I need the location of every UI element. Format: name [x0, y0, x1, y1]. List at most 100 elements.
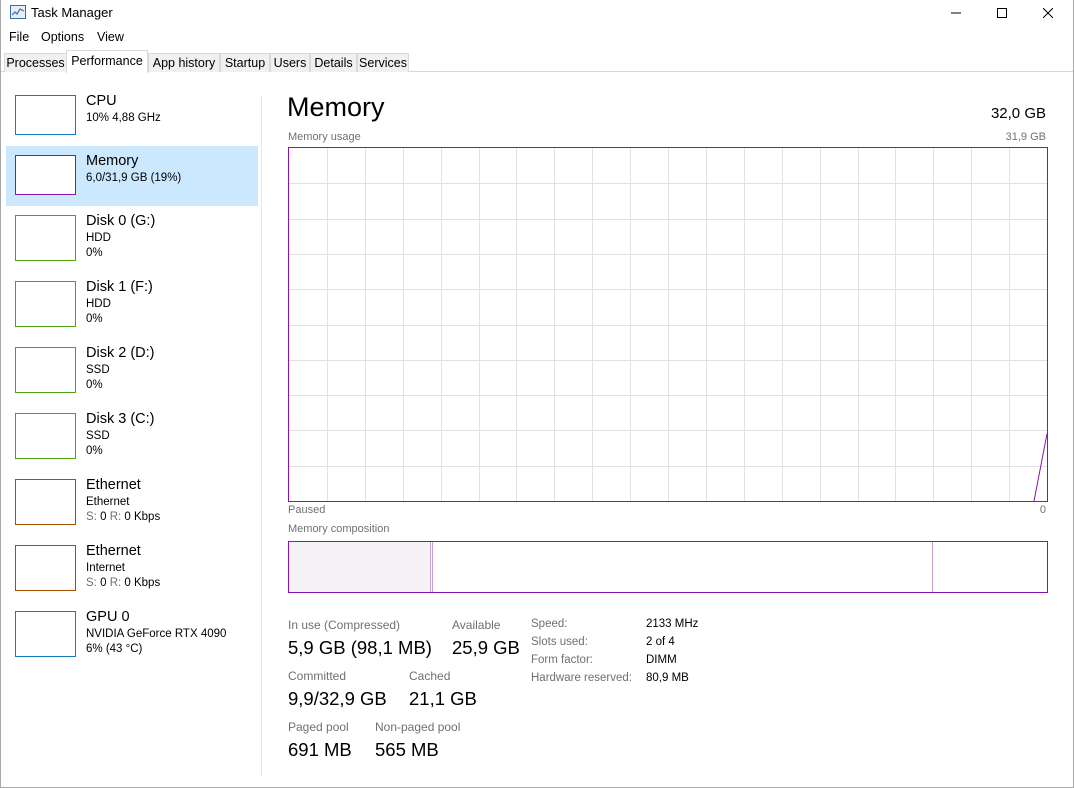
resource-name: Disk 3 (C:): [86, 411, 155, 427]
resource-item-disk-0[interactable]: Disk 0 (G:) HDD 0%: [6, 206, 258, 266]
resource-type: NVIDIA GeForce RTX 4090: [86, 628, 227, 640]
resource-name: Memory: [86, 153, 139, 169]
window-title: Task Manager: [31, 5, 113, 20]
menu-bar: File Options View: [1, 28, 1073, 48]
tab-details[interactable]: Details: [310, 53, 357, 72]
resource-name: GPU 0: [86, 609, 130, 625]
tab-startup[interactable]: Startup: [220, 53, 270, 72]
close-icon: [1043, 8, 1053, 18]
resource-name: Disk 1 (F:): [86, 279, 153, 295]
paged-pool-value: 691 MB: [288, 739, 352, 760]
maximize-button[interactable]: [979, 0, 1025, 26]
resource-detail: S: 0 R: 0 Kbps: [86, 511, 160, 523]
receive-value: 0 Kbps: [124, 577, 161, 589]
receive-value: 0 Kbps: [124, 511, 161, 523]
resource-item-gpu-0[interactable]: GPU 0 NVIDIA GeForce RTX 4090 6% (43 °C): [6, 602, 258, 662]
disk-3-thumbnail-graph: [15, 413, 76, 459]
hardware-reserved-value: 80,9 MB: [646, 672, 689, 684]
resource-detail: 0%: [86, 247, 103, 259]
ethernet-thumbnail-graph: [15, 479, 76, 525]
memory-usage-max: 31,9 GB: [1005, 131, 1046, 143]
send-label: S:: [86, 511, 97, 523]
resource-item-disk-2[interactable]: Disk 2 (D:) SSD 0%: [6, 338, 258, 398]
resource-item-ethernet-internet[interactable]: Ethernet Internet S: 0 R: 0 Kbps: [6, 536, 258, 596]
composition-in-use-segment: [289, 542, 431, 592]
composition-standby-segment: [433, 542, 933, 592]
send-label: S:: [86, 577, 97, 589]
menu-file[interactable]: File: [9, 30, 29, 44]
resource-name: Disk 2 (D:): [86, 345, 155, 361]
cpu-thumbnail-graph: [15, 95, 76, 135]
resource-detail: 0%: [86, 445, 103, 457]
resource-detail: 6% (43 °C): [86, 643, 143, 655]
tab-processes[interactable]: Processes: [4, 53, 67, 72]
resource-item-disk-1[interactable]: Disk 1 (F:) HDD 0%: [6, 272, 258, 332]
tab-performance[interactable]: Performance: [66, 50, 148, 73]
cached-label: Cached: [409, 669, 451, 683]
in-use-label: In use (Compressed): [288, 618, 401, 632]
non-paged-pool-label: Non-paged pool: [375, 720, 461, 734]
non-paged-pool-value: 565 MB: [375, 739, 439, 760]
resource-detail: 0%: [86, 313, 103, 325]
tab-users[interactable]: Users: [270, 53, 310, 72]
resource-item-disk-3[interactable]: Disk 3 (C:) SSD 0%: [6, 404, 258, 464]
committed-label: Committed: [288, 669, 347, 683]
pane-divider[interactable]: [261, 95, 262, 777]
form-factor-value: DIMM: [646, 654, 677, 666]
memory-thumbnail-graph: [15, 155, 76, 195]
close-button[interactable]: [1025, 0, 1071, 26]
slots-used-label: Slots used:: [531, 636, 588, 648]
receive-label: R:: [109, 577, 122, 589]
send-value: 0: [100, 511, 107, 523]
disk-2-thumbnail-graph: [15, 347, 76, 393]
resource-name: Disk 0 (G:): [86, 213, 156, 229]
speed-label: Speed:: [531, 618, 568, 630]
total-memory: 32,0 GB: [990, 105, 1046, 122]
maximize-icon: [997, 8, 1007, 18]
slots-used-value: 2 of 4: [646, 636, 675, 648]
resource-name: Ethernet: [86, 477, 141, 493]
menu-options[interactable]: Options: [41, 30, 84, 44]
gpu-thumbnail-graph: [15, 611, 76, 657]
resource-detail: 10% 4,88 GHz: [86, 112, 161, 124]
title-bar[interactable]: Task Manager: [1, 0, 1073, 26]
resource-item-cpu[interactable]: CPU 10% 4,88 GHz: [6, 86, 258, 146]
paged-pool-label: Paged pool: [288, 720, 349, 734]
available-value: 25,9 GB: [452, 637, 520, 658]
tab-app-history[interactable]: App history: [148, 53, 220, 72]
cached-value: 21,1 GB: [409, 688, 477, 709]
in-use-value: 5,9 GB (98,1 MB): [288, 637, 432, 658]
resource-list: CPU 10% 4,88 GHz Memory 6,0/31,9 GB (19%…: [1, 73, 261, 787]
disk-1-thumbnail-graph: [15, 281, 76, 327]
resource-type: SSD: [86, 364, 110, 376]
page-title: Memory: [287, 92, 385, 122]
receive-label: R:: [109, 511, 122, 523]
resource-type: HDD: [86, 298, 111, 310]
disk-0-thumbnail-graph: [15, 215, 76, 261]
memory-composition-label: Memory composition: [288, 523, 390, 535]
resource-detail: 6,0/31,9 GB (19%): [86, 172, 182, 184]
task-manager-icon: [10, 5, 26, 19]
menu-view[interactable]: View: [97, 30, 124, 44]
form-factor-label: Form factor:: [531, 654, 593, 666]
paused-label: Paused: [288, 504, 326, 516]
task-manager-window: Task Manager File Options View Processes…: [0, 0, 1074, 788]
hardware-reserved-label: Hardware reserved:: [531, 672, 632, 684]
tab-bar: Processes Performance App history Startu…: [1, 50, 1073, 73]
memory-usage-label: Memory usage: [288, 131, 361, 143]
resource-type: HDD: [86, 232, 111, 244]
tab-services[interactable]: Services: [357, 53, 409, 72]
memory-usage-graph-canvas: [289, 148, 1047, 501]
memory-composition-bar: [288, 541, 1048, 593]
minimize-button[interactable]: [933, 0, 979, 26]
memory-usage-graph: [288, 147, 1048, 502]
minimize-icon: [951, 12, 961, 14]
committed-value: 9,9/32,9 GB: [288, 688, 387, 709]
resource-type: SSD: [86, 430, 110, 442]
resource-detail: S: 0 R: 0 Kbps: [86, 577, 160, 589]
resource-item-ethernet-ethernet[interactable]: Ethernet Ethernet S: 0 R: 0 Kbps: [6, 470, 258, 530]
resource-detail: 0%: [86, 379, 103, 391]
graph-zero-label: 0: [1039, 504, 1046, 516]
send-value: 0: [100, 577, 107, 589]
resource-item-memory[interactable]: Memory 6,0/31,9 GB (19%): [6, 146, 258, 206]
